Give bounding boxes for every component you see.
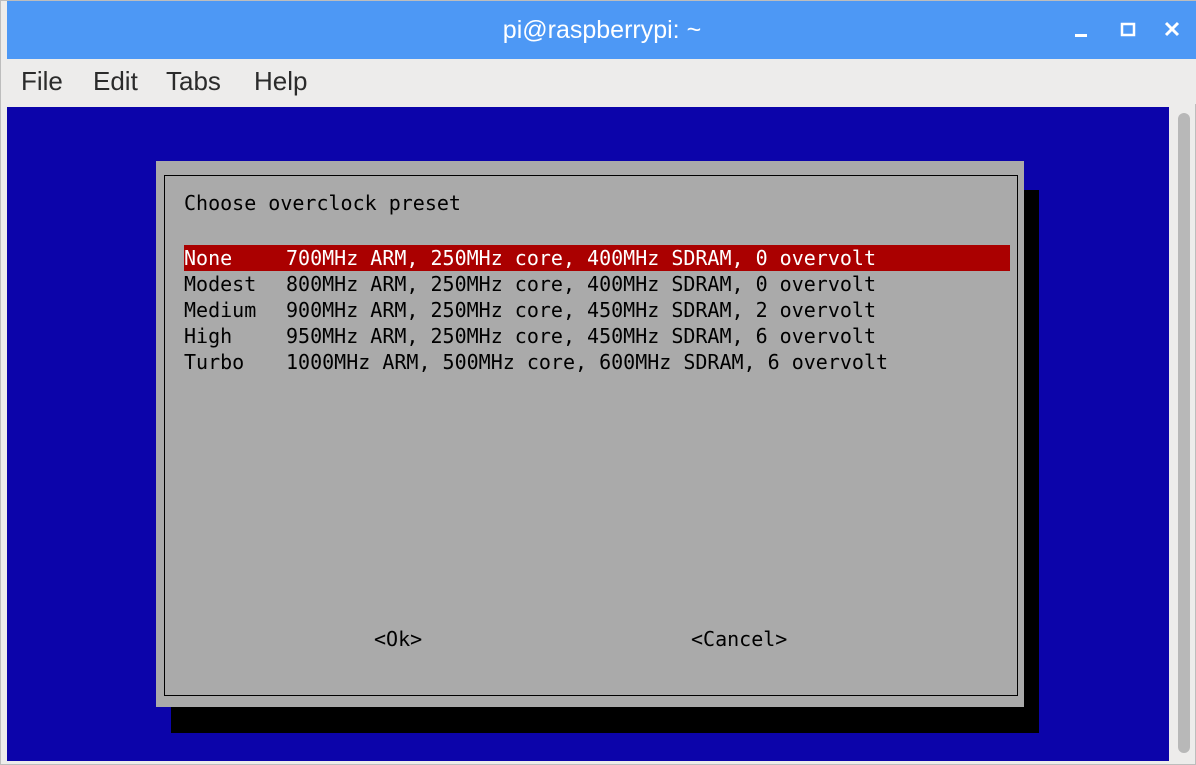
list-item-description: 700MHz ARM, 250MHz core, 400MHz SDRAM, 0…: [286, 246, 877, 270]
minimize-icon: [1075, 34, 1087, 37]
list-item-high[interactable]: High 950MHz ARM, 250MHz core, 450MHz SDR…: [184, 323, 1010, 349]
menu-edit[interactable]: Edit: [93, 59, 138, 104]
menu-help[interactable]: Help: [254, 59, 307, 104]
title-bar[interactable]: pi@raspberrypi: ~: [7, 1, 1196, 59]
list-item-modest[interactable]: Modest 800MHz ARM, 250MHz core, 400MHz S…: [184, 271, 1010, 297]
ok-button[interactable]: <Ok>: [374, 626, 422, 652]
list-item-description: 900MHz ARM, 250MHz core, 450MHz SDRAM, 2…: [286, 298, 877, 322]
vertical-scrollbar[interactable]: [1173, 107, 1195, 761]
list-item-none[interactable]: None 700MHz ARM, 250MHz core, 400MHz SDR…: [184, 245, 1010, 271]
list-item-description: 800MHz ARM, 250MHz core, 400MHz SDRAM, 0…: [286, 272, 877, 296]
cancel-button[interactable]: <Cancel>: [691, 626, 787, 652]
list-item-description: 1000MHz ARM, 500MHz core, 600MHz SDRAM, …: [286, 350, 889, 374]
list-item-tag: None: [184, 246, 233, 270]
terminal-window: pi@raspberrypi: ~ File Edit Tabs Help Ch…: [0, 0, 1196, 765]
list-item-tag: High: [184, 324, 233, 348]
menu-file[interactable]: File: [21, 59, 63, 104]
scrollbar-thumb[interactable]: [1178, 113, 1190, 753]
close-icon: [1164, 21, 1180, 37]
preset-list: None 700MHz ARM, 250MHz core, 400MHz SDR…: [184, 245, 1010, 375]
list-item-tag: Medium: [184, 298, 257, 322]
list-item-tag: Modest: [184, 272, 257, 296]
maximize-icon: [1120, 22, 1136, 37]
overclock-dialog: Choose overclock preset None 700MHz ARM,…: [156, 161, 1024, 707]
list-item-turbo[interactable]: Turbo 1000MHz ARM, 500MHz core, 600MHz S…: [184, 349, 1010, 375]
menu-tabs[interactable]: Tabs: [166, 59, 221, 104]
window-title: pi@raspberrypi: ~: [502, 16, 702, 44]
dialog-title: Choose overclock preset: [184, 191, 461, 215]
list-item-description: 950MHz ARM, 250MHz core, 450MHz SDRAM, 6…: [286, 324, 877, 348]
list-item-tag: Turbo: [184, 350, 245, 374]
maximize-button[interactable]: [1113, 15, 1143, 45]
menu-bar: File Edit Tabs Help: [1, 59, 1196, 104]
minimize-button[interactable]: [1067, 15, 1097, 45]
list-item-medium[interactable]: Medium 900MHz ARM, 250MHz core, 450MHz S…: [184, 297, 1010, 323]
close-button[interactable]: [1158, 15, 1188, 45]
